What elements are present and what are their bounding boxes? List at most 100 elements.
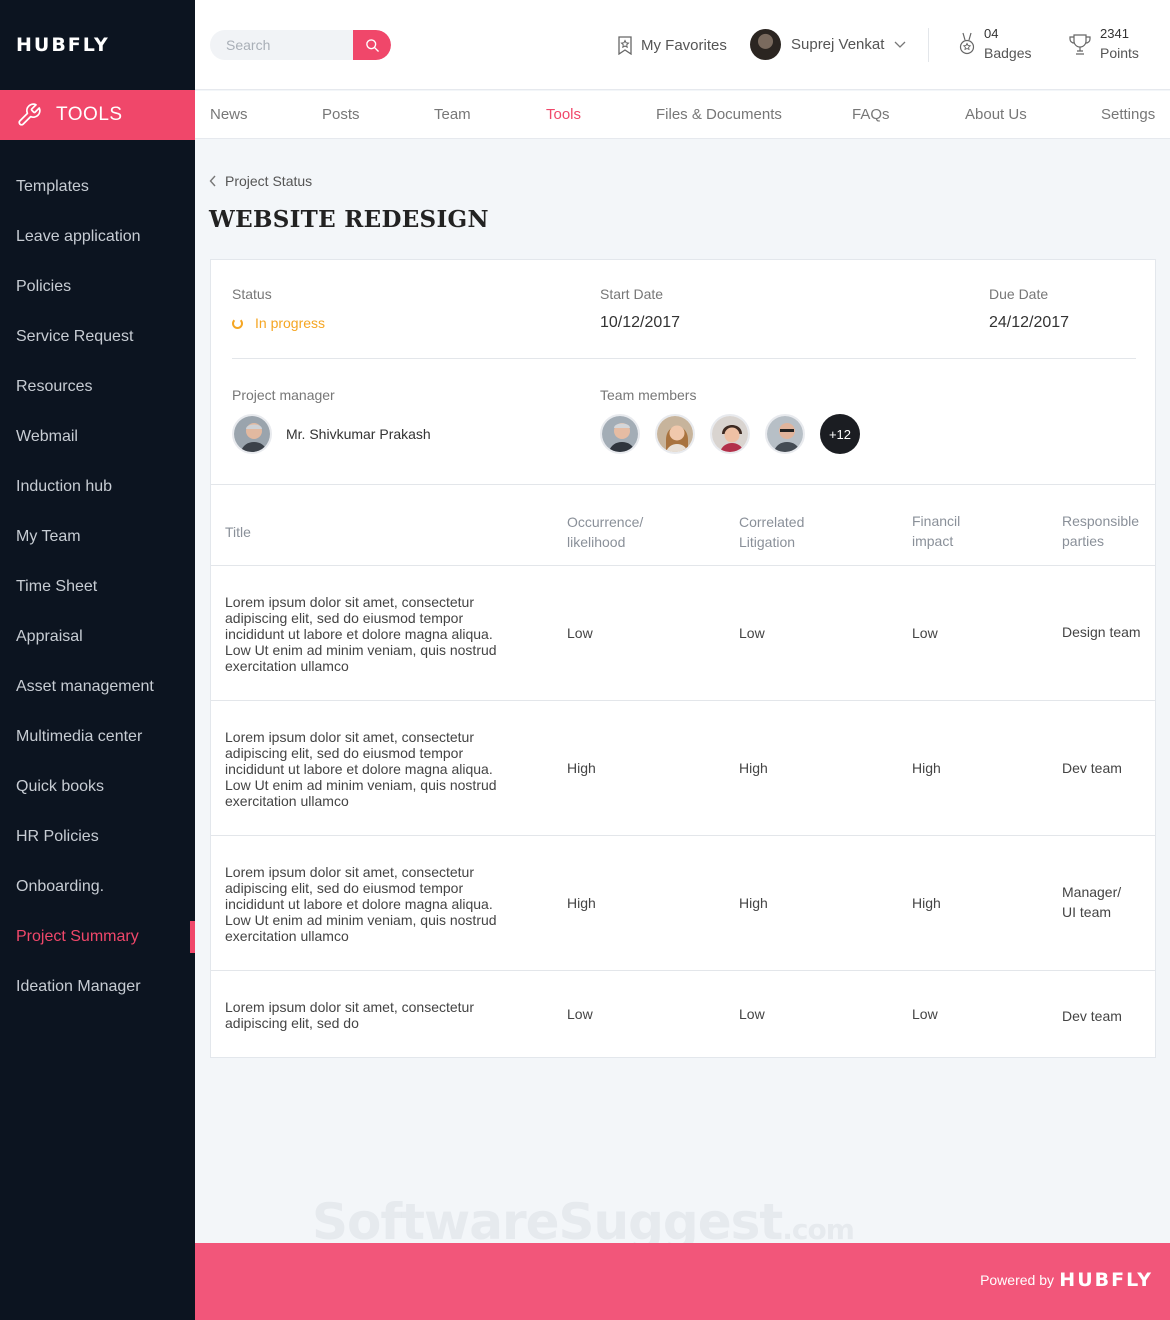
progress-spinner-icon	[232, 317, 243, 329]
tab-settings[interactable]: Settings	[1101, 106, 1155, 123]
breadcrumb[interactable]: Project Status	[209, 173, 312, 189]
row-litigation: High	[739, 895, 768, 911]
column-header-title: Title	[225, 524, 251, 540]
team-member-avatar[interactable]	[600, 414, 640, 454]
column-header-occurrence: Occurrence/ likelihood	[567, 514, 644, 550]
page-title: WEBSITE REDESIGN	[209, 206, 489, 233]
row-litigation: High	[739, 760, 768, 776]
row-litigation: Low	[739, 1006, 765, 1022]
tab-team[interactable]: Team	[434, 106, 471, 123]
bookmark-star-icon	[618, 36, 632, 55]
sidebar-section-label: TOOLS	[56, 104, 123, 125]
start-date-value: 10/12/2017	[600, 314, 681, 331]
sidebar-item-my-team[interactable]: My Team	[0, 512, 195, 562]
tab-about-us[interactable]: About Us	[965, 106, 1027, 123]
footer-logo[interactable]: HUBFLY	[1059, 1269, 1153, 1291]
sidebar-item-onboarding[interactable]: Onboarding.	[0, 862, 195, 912]
sidebar-item-time-sheet[interactable]: Time Sheet	[0, 562, 195, 612]
status-label: Status	[232, 286, 272, 302]
team-members: +12	[600, 414, 860, 454]
row-financial: Low	[912, 1006, 938, 1022]
user-avatar	[750, 29, 781, 60]
due-date-label: Due Date	[989, 286, 1049, 302]
team-member-avatar[interactable]	[655, 414, 695, 454]
row-litigation: Low	[739, 625, 765, 641]
row-title: Lorem ipsum dolor sit amet, consectetur …	[225, 594, 497, 674]
sidebar-menu: Templates Leave application Policies Ser…	[0, 162, 195, 1012]
sidebar-item-project-summary[interactable]: Project Summary	[0, 912, 195, 962]
user-menu[interactable]: Suprej Venkat	[750, 29, 906, 60]
tab-posts[interactable]: Posts	[322, 106, 360, 123]
column-header-litigation: Correlated Litigation	[739, 514, 805, 550]
breadcrumb-label: Project Status	[225, 173, 313, 189]
row-title: Lorem ipsum dolor sit amet, consectetur …	[225, 729, 497, 809]
table-header: Title Occurrence/ likelihood Correlated …	[211, 484, 1155, 566]
sidebar-item-ideation-manager[interactable]: Ideation Manager	[0, 962, 195, 1012]
team-member-avatar[interactable]	[710, 414, 750, 454]
points-count: 2341	[1100, 26, 1129, 41]
badges-stat[interactable]: 04 Badges	[958, 26, 1031, 61]
project-manager-label: Project manager	[232, 387, 335, 403]
watermark-suffix: .com	[782, 1213, 855, 1246]
sidebar-section-tools[interactable]: TOOLS	[0, 90, 195, 140]
table-row[interactable]: Lorem ipsum dolor sit amet, consectetur …	[211, 566, 1155, 701]
tab-files-documents[interactable]: Files & Documents	[656, 106, 782, 123]
tab-faqs[interactable]: FAQs	[852, 106, 890, 123]
row-financial: High	[912, 895, 941, 911]
search-box	[210, 30, 391, 60]
team-member-avatar[interactable]	[765, 414, 805, 454]
project-manager[interactable]: Mr. Shivkumar Prakash	[232, 414, 431, 454]
badges-count: 04	[984, 26, 999, 41]
sidebar-item-asset-management[interactable]: Asset management	[0, 662, 195, 712]
manager-avatar	[232, 414, 272, 454]
my-favorites-label: My Favorites	[641, 37, 727, 54]
wrench-icon	[18, 103, 41, 126]
team-more-button[interactable]: +12	[820, 414, 860, 454]
trophy-icon	[1069, 33, 1091, 55]
row-occurrence: High	[567, 895, 596, 911]
chevron-left-icon	[209, 175, 216, 187]
search-button[interactable]	[353, 30, 391, 60]
sidebar-item-webmail[interactable]: Webmail	[0, 412, 195, 462]
sidebar-item-leave-application[interactable]: Leave application	[0, 212, 195, 262]
sidebar-item-resources[interactable]: Resources	[0, 362, 195, 412]
status-badge: In progress	[232, 315, 325, 331]
sidebar-item-policies[interactable]: Policies	[0, 262, 195, 312]
medal-icon	[959, 32, 975, 54]
sidebar-item-multimedia-center[interactable]: Multimedia center	[0, 712, 195, 762]
logo-area: HUBFLY	[0, 0, 195, 90]
sidebar: HUBFLY TOOLS Templates Leave application…	[0, 0, 195, 1320]
column-header-financial: Financil impact	[912, 513, 961, 549]
table-row[interactable]: Lorem ipsum dolor sit amet, consectetur …	[211, 836, 1155, 971]
sidebar-item-quick-books[interactable]: Quick books	[0, 762, 195, 812]
row-responsible: Dev team	[1062, 760, 1122, 776]
due-date-value: 24/12/2017	[989, 314, 1070, 331]
row-occurrence: Low	[567, 625, 593, 641]
sidebar-item-appraisal[interactable]: Appraisal	[0, 612, 195, 662]
chevron-down-icon	[894, 41, 906, 48]
main-nav: News Posts Team Tools Files & Documents …	[195, 91, 1170, 139]
footer: Powered by HUBFLY	[195, 1243, 1170, 1320]
badges-label: Badges	[984, 45, 1032, 61]
row-title: Lorem ipsum dolor sit amet, consectetur …	[225, 864, 497, 944]
search-icon	[365, 38, 379, 52]
risk-table: Title Occurrence/ likelihood Correlated …	[211, 484, 1155, 1057]
tab-news[interactable]: News	[210, 106, 248, 123]
tab-tools[interactable]: Tools	[546, 106, 581, 123]
search-input[interactable]	[210, 30, 350, 60]
table-row[interactable]: Lorem ipsum dolor sit amet, consectetur …	[211, 701, 1155, 836]
start-date-label: Start Date	[600, 286, 664, 302]
row-occurrence: Low	[567, 1006, 593, 1022]
column-header-responsible: Responsible parties	[1062, 513, 1140, 549]
sidebar-item-induction-hub[interactable]: Induction hub	[0, 462, 195, 512]
my-favorites-link[interactable]: My Favorites	[617, 36, 727, 55]
sidebar-item-service-request[interactable]: Service Request	[0, 312, 195, 362]
sidebar-item-hr-policies[interactable]: HR Policies	[0, 812, 195, 862]
hubfly-logo[interactable]: HUBFLY	[16, 34, 110, 56]
row-responsible: Design team	[1062, 624, 1141, 640]
sidebar-item-templates[interactable]: Templates	[0, 162, 195, 212]
row-title: Lorem ipsum dolor sit amet, consectetur …	[225, 999, 474, 1031]
user-name: Suprej Venkat	[791, 36, 885, 53]
points-stat[interactable]: 2341 Points	[1068, 26, 1139, 61]
table-row[interactable]: Lorem ipsum dolor sit amet, consectetur …	[211, 971, 1155, 1057]
